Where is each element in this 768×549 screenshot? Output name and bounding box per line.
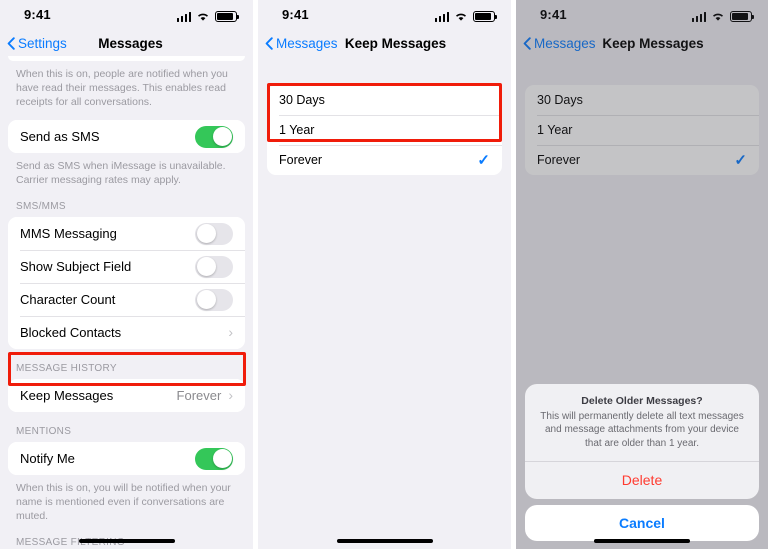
settings-scroll[interactable]: When this is on, people are notified whe… [0,56,253,549]
option-label: Forever [279,153,323,167]
chevron-right-icon: › [228,323,233,340]
row-blocked-contacts[interactable]: Blocked Contacts › [8,316,245,349]
back-button-messages[interactable]: Messages [265,36,338,51]
row-label: Keep Messages [20,388,114,403]
delete-button[interactable]: Delete [525,461,759,499]
chevron-right-icon: › [228,386,233,403]
row-value: Forever [176,388,222,403]
back-button-label: Settings [18,35,67,51]
navigation-bar: Messages Keep Messages [258,30,511,56]
home-indicator [336,539,433,543]
group-sms-mms: MMS Messaging Show Subject Field Charact… [8,217,245,349]
chevron-left-icon [7,36,15,50]
home-indicator [594,539,690,543]
battery-icon [473,11,497,22]
status-bar: 9:41 [0,0,253,30]
three-panel-screenshot: 9:41 Settings Messages When this is on, … [0,0,768,549]
group-message-history: Keep Messages Forever › [8,379,245,412]
battery-icon [215,11,239,22]
panel-messages-settings: 9:41 Settings Messages When this is on, … [0,0,253,549]
toggle-knob [196,290,216,309]
row-notify-me[interactable]: Notify Me [8,442,245,475]
checkmark-icon: ✓ [477,151,490,169]
cancel-button[interactable]: Cancel [525,505,759,541]
group-header-message-history: MESSAGE HISTORY [16,363,117,374]
toggle-notify-me[interactable] [195,447,233,470]
cellular-bars-icon [176,11,191,22]
group-header-sms-mms: SMS/MMS [16,201,66,212]
row-mms-messaging[interactable]: MMS Messaging [8,217,245,250]
toggle-knob [212,449,232,468]
status-bar-icons [176,9,239,22]
toggle-knob [196,257,216,276]
action-sheet-card: Delete Older Messages? This will permane… [525,383,759,499]
toggle-mms-messaging[interactable] [195,222,233,245]
group-header-mentions: MENTIONS [16,426,72,437]
row-label: Notify Me [20,451,75,466]
toggle-show-subject-field[interactable] [195,255,233,278]
option-1-year[interactable]: 1 Year [267,115,502,145]
toggle-character-count[interactable] [195,288,233,311]
status-bar-time: 9:41 [24,7,51,22]
status-bar: 9:41 [258,0,511,30]
panel-keep-messages-options: 9:41 Messages Keep Messages 30 Days 1 Ye… [258,0,511,549]
alert-title: Delete Older Messages? [581,394,703,407]
delete-confirmation-action-sheet: Delete Older Messages? This will permane… [516,383,768,549]
option-forever[interactable]: Forever ✓ [267,145,502,175]
keep-messages-option-list: 30 Days 1 Year Forever ✓ [267,85,502,175]
status-bar-icons [434,9,497,22]
status-bar-time: 9:41 [282,7,309,22]
action-sheet-header: Delete Older Messages? This will permane… [525,384,759,462]
send-as-sms-footnote: Send as SMS when iMessage is unavailable… [16,160,226,186]
panel-delete-confirmation: 9:41 Messages Keep Messages 30 Days 1 Ye… [516,0,768,549]
group-send-as-sms: Send as SMS [8,120,245,153]
back-button-settings[interactable]: Settings [7,36,67,51]
option-30-days[interactable]: 30 Days [267,85,502,115]
row-keep-messages[interactable]: Keep Messages Forever › [8,379,245,412]
navigation-bar: Settings Messages [0,30,253,56]
row-character-count[interactable]: Character Count [8,283,245,316]
row-label: Show Subject Field [20,259,132,274]
row-label: Send as SMS [20,129,100,144]
home-indicator [78,539,175,543]
toggle-knob [196,224,216,243]
wifi-icon [454,11,468,22]
toggle-knob [212,127,232,146]
mentions-footnote: When this is on, you will be notified wh… [16,482,231,522]
row-show-subject-field[interactable]: Show Subject Field [8,250,245,283]
cellular-bars-icon [434,11,449,22]
row-label: Character Count [20,292,116,307]
option-label: 1 Year [279,123,315,137]
alert-message: This will permanently delete all text me… [540,410,744,449]
group-mentions: Notify Me [8,442,245,475]
option-label: 30 Days [279,93,325,107]
chevron-left-icon [265,36,273,50]
toggle-send-as-sms[interactable] [195,125,233,148]
row-send-as-sms[interactable]: Send as SMS [8,120,245,153]
row-label: Blocked Contacts [20,325,122,340]
read-receipts-footnote: When this is on, people are notified whe… [16,68,228,108]
group-header-message-filtering: MESSAGE FILTERING [16,537,125,548]
row-label: MMS Messaging [20,226,117,241]
back-button-label: Messages [276,35,338,51]
wifi-icon [196,11,210,22]
